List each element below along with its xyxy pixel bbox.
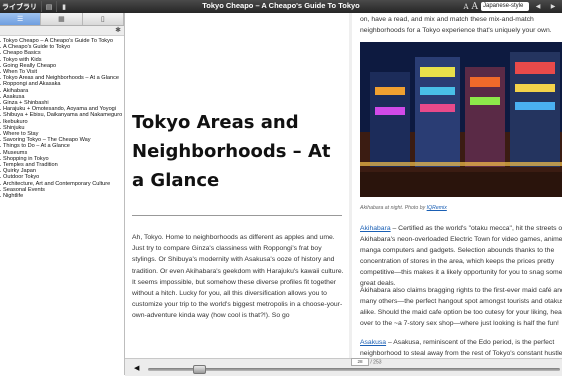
asakusa-paragraph: Asakusa – Asakusa, reminiscent of the Ed… <box>360 337 562 358</box>
asakusa-text: – Asakusa, reminiscent of the Edo period… <box>360 339 562 357</box>
title-bar: ライブラリ ▤ ▮ Tokyo Cheapo – A Cheapo's Guid… <box>0 0 562 13</box>
thumbnails-icon[interactable]: ▦ <box>41 13 83 25</box>
page-number-field[interactable]: 28 <box>351 358 369 366</box>
page-total: / 253 <box>370 359 382 366</box>
continued-text: on, have a read, and mix and match these… <box>360 16 552 34</box>
gear-icon[interactable]: ✱ <box>115 26 121 35</box>
bookmarks-list-icon[interactable]: ▯ <box>83 13 124 25</box>
bottom-navigation-bar: ◀ 28 / 253 <box>125 358 562 376</box>
caption-text: Akihabara at night. Photo by <box>360 205 427 211</box>
asakusa-link[interactable]: Asakusa <box>360 339 386 346</box>
left-page: Tokyo Areas and Neighborhoods – At a Gla… <box>125 13 349 358</box>
back-arrow-icon[interactable]: ◀ <box>134 364 139 372</box>
intro-paragraph: Ah, Tokyo. Home to neighborhoods as diff… <box>132 234 344 320</box>
titlebar-right: A A Japanese-style ◀ ▶ <box>463 0 562 13</box>
maid-cafe-text: Akihabara also claims bragging rights to… <box>360 287 562 327</box>
akihabara-text: – Certified as the world's "otaku mecca"… <box>360 225 562 287</box>
font-size-large-icon[interactable]: A <box>472 2 479 12</box>
page-slider-track[interactable] <box>148 368 560 371</box>
toc-item[interactable]: Nightlife <box>0 193 124 199</box>
akihabara-link[interactable]: Akihabara <box>360 225 391 232</box>
akihabara-photo <box>360 42 562 197</box>
next-result-icon[interactable]: ▶ <box>547 2 559 11</box>
previous-result-icon[interactable]: ◀ <box>532 2 544 11</box>
heading-divider <box>132 215 342 216</box>
search-input[interactable]: Japanese-style <box>481 2 529 11</box>
sidebar-toolbar: ✱ <box>0 26 124 36</box>
photo-credit-link[interactable]: IQRemix <box>427 205 447 211</box>
continued-paragraph: on, have a read, and mix and match these… <box>360 14 562 36</box>
table-of-contents-sidebar: ☰ ▦ ▯ ✱ Tokyo Cheapo – A Cheapo's Guide … <box>0 13 125 375</box>
font-size-icon[interactable]: A <box>463 3 468 11</box>
sidebar-tabs: ☰ ▦ ▯ <box>0 13 124 26</box>
chapter-heading: Tokyo Areas and Neighborhoods – At a Gla… <box>132 112 331 191</box>
toc-list: Tokyo Cheapo – A Cheapo's Guide To Tokyo… <box>0 38 124 199</box>
page-slider-thumb[interactable] <box>193 365 207 374</box>
toc-list-icon[interactable]: ☰ <box>0 13 42 25</box>
page-indicator: 28 / 253 <box>351 358 382 366</box>
akihabara-paragraph: Akihabara – Certified as the world's "ot… <box>360 223 562 289</box>
photo-caption: Akihabara at night. Photo by IQRemix <box>360 205 447 211</box>
maid-cafe-paragraph: Akihabara also claims bragging rights to… <box>360 285 562 329</box>
left-page-body: Ah, Tokyo. Home to neighborhoods as diff… <box>132 232 344 322</box>
right-page: on, have a read, and mix and match these… <box>352 13 562 358</box>
night-city-illustration <box>360 42 562 197</box>
